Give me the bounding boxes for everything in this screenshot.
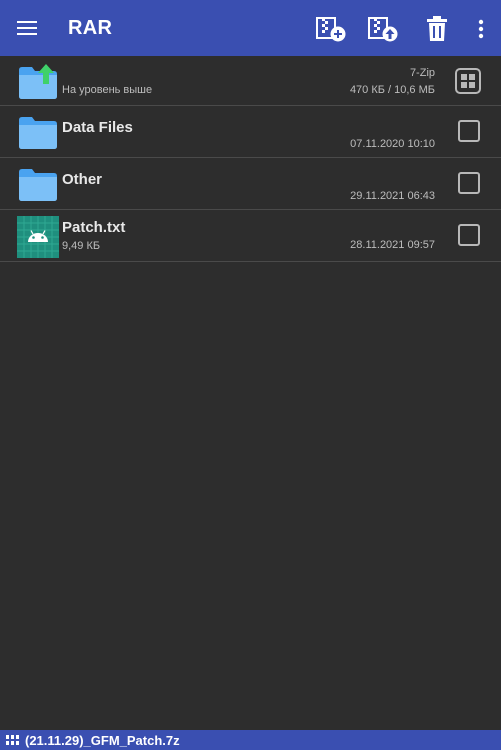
list-item-parent-folder[interactable]: На уровень выше 7-Zip 470 КБ / 10,6 МБ: [0, 56, 501, 106]
folder-icon: [19, 117, 57, 149]
app-bar: RAR: [0, 0, 501, 56]
archive-grid-icon: [6, 735, 19, 745]
delete-button[interactable]: [420, 12, 454, 46]
item-date: 07.11.2020 10:10: [350, 138, 435, 150]
list-item-other[interactable]: Other 29.11.2021 06:43: [0, 158, 501, 210]
hamburger-icon: [17, 21, 37, 35]
app-title: RAR: [68, 17, 113, 39]
list-item-data-files[interactable]: Data Files 07.11.2020 10:10: [0, 106, 501, 158]
archive-type: 7-Zip: [409, 67, 435, 79]
item-date: 29.11.2021 06:43: [350, 190, 435, 202]
status-bar: (21.11.29)_GFM_Patch.7z: [0, 730, 501, 750]
folder-icon: [19, 169, 57, 201]
item-subtitle: На уровень выше: [62, 84, 153, 96]
more-options-button[interactable]: [464, 12, 498, 46]
extract-archive-icon: [368, 17, 398, 42]
android-file-icon: [17, 216, 59, 258]
file-list: На уровень выше 7-Zip 470 КБ / 10,6 МБ D…: [0, 56, 501, 262]
item-checkbox[interactable]: [458, 172, 480, 194]
item-name: Data Files: [62, 119, 133, 136]
item-checkbox[interactable]: [458, 224, 480, 246]
item-checkbox[interactable]: [458, 120, 480, 142]
item-name: Patch.txt: [62, 219, 126, 236]
item-size: 9,49 КБ: [62, 240, 101, 252]
select-all-icon[interactable]: [455, 68, 481, 94]
delete-icon: [427, 16, 447, 41]
item-name: Other: [62, 171, 103, 188]
add-to-archive-button[interactable]: [314, 12, 348, 46]
extract-archive-button[interactable]: [366, 12, 400, 46]
item-date: 28.11.2021 09:57: [350, 239, 435, 251]
archive-name: (21.11.29)_GFM_Patch.7z: [25, 732, 180, 748]
list-item-patch-txt[interactable]: Patch.txt 9,49 КБ 28.11.2021 09:57: [0, 210, 501, 262]
archive-size: 470 КБ / 10,6 МБ: [349, 84, 435, 96]
folder-up-icon: [19, 64, 57, 99]
more-options-icon: [478, 19, 484, 39]
add-to-archive-icon: [316, 17, 346, 42]
menu-button[interactable]: [12, 14, 42, 42]
